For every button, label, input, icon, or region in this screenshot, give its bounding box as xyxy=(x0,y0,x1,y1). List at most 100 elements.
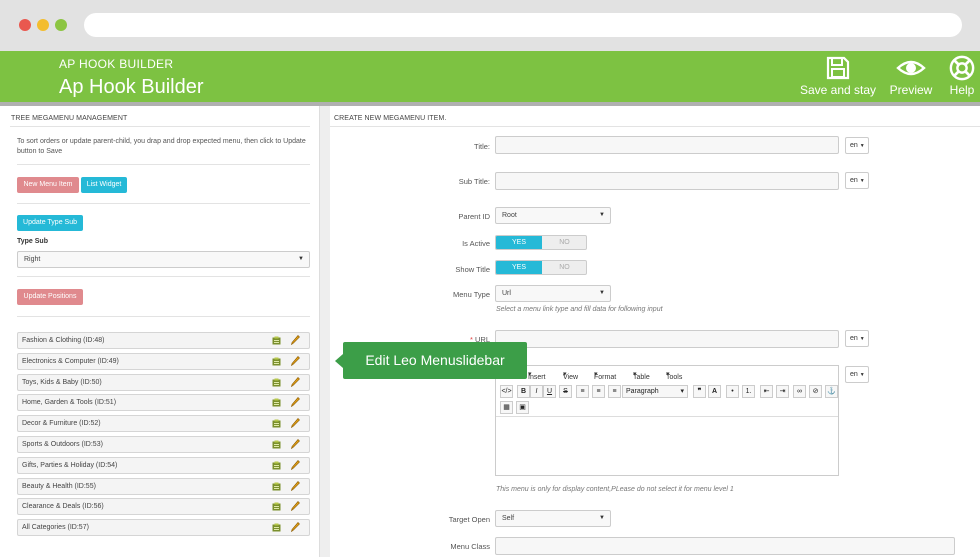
italic-icon[interactable]: I xyxy=(530,385,543,398)
underline-icon[interactable]: U xyxy=(543,385,556,398)
outdent-icon[interactable]: ⇤ xyxy=(760,385,773,398)
menu-table[interactable]: Table ▾ xyxy=(633,370,650,381)
title-input[interactable] xyxy=(495,136,839,154)
bullet-list-icon[interactable]: • xyxy=(726,385,739,398)
language-value: en xyxy=(850,142,858,149)
tree-item-label: Fashion & Clothing (ID:48) xyxy=(22,337,105,344)
is-active-toggle[interactable]: YES NO xyxy=(495,235,587,250)
window-maximize-dot[interactable] xyxy=(55,19,67,31)
menu-view[interactable]: View ▾ xyxy=(563,370,578,381)
menu-class-input[interactable] xyxy=(495,537,955,555)
menu-format[interactable]: Format ▾ xyxy=(594,370,616,381)
target-open-label: Target Open xyxy=(448,515,490,524)
clipboard-icon[interactable] xyxy=(272,461,281,470)
show-title-label: Show Title xyxy=(455,265,490,274)
panel-title: CREATE NEW MEGAMENU ITEM. xyxy=(334,115,447,122)
tree-item[interactable]: Fashion & Clothing (ID:48) xyxy=(17,332,310,349)
update-positions-button[interactable]: Update Positions xyxy=(17,289,83,305)
window-close-dot[interactable] xyxy=(19,19,31,31)
tree-item[interactable]: Electronics & Computer (ID:49) xyxy=(17,353,310,370)
clipboard-icon[interactable] xyxy=(272,502,281,511)
image-icon[interactable]: ▣ xyxy=(516,401,529,414)
paragraph-format-select[interactable]: Paragraph ▾ xyxy=(622,385,688,398)
title-language-select[interactable]: en ▼ xyxy=(845,137,869,154)
align-right-icon[interactable]: ≡ xyxy=(608,385,621,398)
clipboard-icon[interactable] xyxy=(272,482,281,491)
source-code-icon[interactable]: </> xyxy=(500,385,513,398)
preview-label: Preview xyxy=(889,83,933,97)
pencil-icon[interactable] xyxy=(291,439,300,449)
toggle-yes[interactable]: YES xyxy=(496,261,542,274)
edit-tooltip: Edit Leo Menuslidebar xyxy=(343,342,527,379)
address-bar[interactable] xyxy=(84,13,962,37)
caret-down-icon: ▼ xyxy=(859,143,865,149)
list-widget-button[interactable]: List Widget xyxy=(81,177,127,193)
pencil-icon[interactable] xyxy=(291,481,300,491)
menu-type-select[interactable]: Url ▼ xyxy=(495,285,611,302)
tree-item[interactable]: Beauty & Health (ID:55) xyxy=(17,478,310,495)
update-type-sub-button[interactable]: Update Type Sub xyxy=(17,215,83,231)
pencil-icon[interactable] xyxy=(291,356,300,366)
caret-down-icon: ▼ xyxy=(599,290,605,296)
target-open-select[interactable]: Self ▼ xyxy=(495,510,611,527)
font-color-icon[interactable]: A xyxy=(708,385,721,398)
help-text: To sort orders or update parent-child, y… xyxy=(17,138,306,155)
subtitle-input[interactable] xyxy=(495,172,839,190)
new-menu-item-button[interactable]: New Menu Item xyxy=(17,177,79,193)
tree-item[interactable]: Clearance & Deals (ID:56) xyxy=(17,498,310,515)
editor-content-area[interactable] xyxy=(496,416,838,475)
clipboard-icon[interactable] xyxy=(272,336,281,345)
show-title-toggle[interactable]: YES NO xyxy=(495,260,587,275)
clipboard-icon[interactable] xyxy=(272,523,281,532)
blockquote-icon[interactable]: ❞ xyxy=(693,385,706,398)
tree-item-label: Toys, Kids & Baby (ID:50) xyxy=(22,379,102,386)
toggle-yes[interactable]: YES xyxy=(496,236,542,249)
save-and-stay-button[interactable]: Save and stay xyxy=(798,55,878,97)
parent-id-select[interactable]: Root ▼ xyxy=(495,207,611,224)
anchor-icon[interactable]: ⚓ xyxy=(825,385,838,398)
unlink-icon[interactable]: ⊘ xyxy=(809,385,822,398)
help-button[interactable]: Help xyxy=(944,55,980,97)
pencil-icon[interactable] xyxy=(291,335,300,345)
clipboard-icon[interactable] xyxy=(272,398,281,407)
menu-insert[interactable]: Insert ▾ xyxy=(528,370,546,381)
tree-item[interactable]: Home, Garden & Tools (ID:51) xyxy=(17,394,310,411)
video-icon[interactable]: ▦ xyxy=(500,401,513,414)
toggle-no[interactable]: NO xyxy=(542,236,586,249)
pencil-icon[interactable] xyxy=(291,501,300,511)
preview-button[interactable]: Preview xyxy=(886,55,936,97)
type-sub-select[interactable]: Right ▼ xyxy=(17,251,310,268)
align-left-icon[interactable]: ≡ xyxy=(576,385,589,398)
divider xyxy=(17,164,310,165)
align-center-icon[interactable]: ≡ xyxy=(592,385,605,398)
strikethrough-icon[interactable]: S xyxy=(559,385,572,398)
indent-icon[interactable]: ⇥ xyxy=(776,385,789,398)
url-input[interactable] xyxy=(495,330,839,348)
pencil-icon[interactable] xyxy=(291,460,300,470)
tree-item[interactable]: Sports & Outdoors (ID:53) xyxy=(17,436,310,453)
window-minimize-dot[interactable] xyxy=(37,19,49,31)
url-language-select[interactable]: en ▼ xyxy=(845,330,869,347)
tree-item[interactable]: All Categories (ID:57) xyxy=(17,519,310,536)
clipboard-icon[interactable] xyxy=(272,419,281,428)
menu-tools[interactable]: Tools ▾ xyxy=(666,370,682,381)
toggle-no[interactable]: NO xyxy=(542,261,586,274)
link-icon[interactable]: ∞ xyxy=(793,385,806,398)
tree-item[interactable]: Gifts, Parties & Holiday (ID:54) xyxy=(17,457,310,474)
pencil-icon[interactable] xyxy=(291,377,300,387)
content-language-select[interactable]: en ▼ xyxy=(845,366,869,383)
subtitle-language-select[interactable]: en ▼ xyxy=(845,172,869,189)
tooltip-arrow xyxy=(335,354,343,368)
clipboard-icon[interactable] xyxy=(272,378,281,387)
pencil-icon[interactable] xyxy=(291,397,300,407)
pencil-icon[interactable] xyxy=(291,418,300,428)
content-editor[interactable]: Insert ▾ View ▾ Format ▾ Table ▾ Tools ▾… xyxy=(495,365,839,476)
clipboard-icon[interactable] xyxy=(272,357,281,366)
tree-item[interactable]: Toys, Kids & Baby (ID:50) xyxy=(17,374,310,391)
bold-icon[interactable]: B xyxy=(517,385,530,398)
clipboard-icon[interactable] xyxy=(272,440,281,449)
numbered-list-icon[interactable]: 1. xyxy=(742,385,755,398)
language-value: en xyxy=(850,371,858,378)
pencil-icon[interactable] xyxy=(291,522,300,532)
tree-item[interactable]: Decor & Furniture (ID:52) xyxy=(17,415,310,432)
